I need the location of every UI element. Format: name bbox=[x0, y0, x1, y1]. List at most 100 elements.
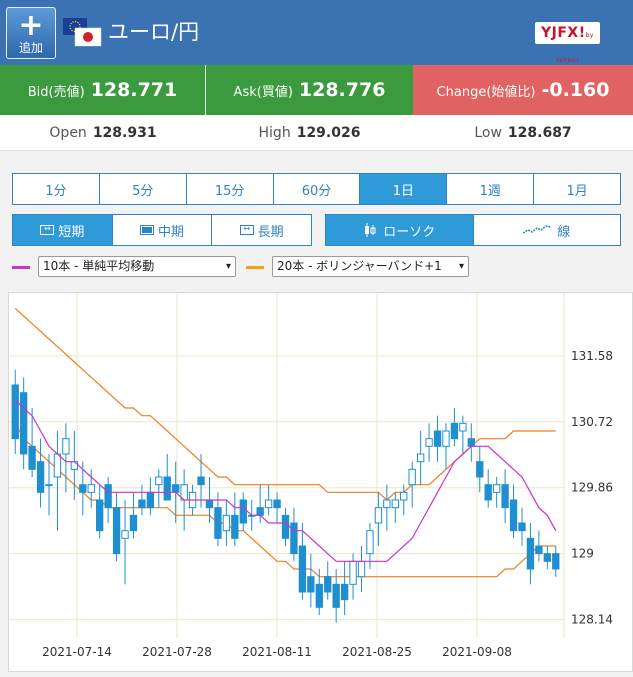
candle-body bbox=[552, 553, 560, 570]
open-stat: Open 128.931 bbox=[0, 115, 206, 151]
open-label: Open bbox=[49, 125, 87, 141]
ask-label: Ask(買値) bbox=[233, 84, 293, 100]
candle-body bbox=[416, 453, 425, 463]
candle-body bbox=[535, 545, 543, 555]
ohl-row: Open 128.931 High 129.026 Low 128.687 bbox=[0, 115, 633, 151]
plus-icon: + bbox=[18, 8, 44, 43]
tab-short-term-label: 短期 bbox=[58, 224, 85, 240]
candle-body bbox=[53, 453, 62, 478]
tab-1min[interactable]: 1分 bbox=[13, 174, 100, 204]
y-tick-label: 128.14 bbox=[571, 613, 613, 627]
x-tick-label: 2021-08-11 bbox=[242, 645, 312, 659]
ask-value: 128.776 bbox=[298, 79, 386, 101]
band-select[interactable]: 20本 - ボリンジャーバンド+1 ▾ bbox=[272, 256, 469, 277]
change-label: Change(始値比) bbox=[436, 84, 536, 100]
tab-long-term-label: 長期 bbox=[257, 224, 284, 240]
tab-1day[interactable]: 1日 bbox=[360, 174, 448, 204]
candle-body bbox=[518, 522, 526, 532]
add-button[interactable]: + 追加 bbox=[6, 7, 56, 59]
high-stat: High 129.026 bbox=[206, 115, 413, 151]
candle-body bbox=[459, 422, 467, 432]
high-label: High bbox=[258, 125, 291, 141]
tab-candlestick[interactable]: ローソク bbox=[326, 215, 474, 245]
candle-body bbox=[433, 430, 442, 447]
y-tick-label: 129 bbox=[571, 547, 594, 561]
tab-line-label: 線 bbox=[557, 224, 571, 240]
tab-short-term[interactable]: ↔ 短期 bbox=[13, 215, 113, 245]
candle-body bbox=[501, 484, 509, 509]
header-bar: + 追加 ユーロ/円 YJFX!by Yahoo! bbox=[0, 0, 633, 65]
x-tick-label: 2021-09-08 bbox=[442, 645, 512, 659]
y-tick-label: 129.86 bbox=[571, 481, 613, 495]
compress-icon: ↔ bbox=[239, 225, 254, 235]
band-select-value: 20本 - ボリンジャーバンド+1 bbox=[277, 259, 442, 273]
candle-body bbox=[408, 468, 416, 486]
candle-body bbox=[28, 445, 36, 470]
candle-body bbox=[543, 553, 551, 562]
candle-body bbox=[87, 484, 95, 493]
price-chart[interactable]: 131.58 130.72 129.86 129 128.14 2021-07-14 202… bbox=[8, 292, 633, 672]
band-legend-swatch bbox=[246, 266, 264, 269]
tab-15min[interactable]: 15分 bbox=[187, 174, 274, 204]
tab-candlestick-label: ローソク bbox=[383, 224, 436, 240]
candle-body bbox=[112, 507, 121, 555]
candle-body bbox=[315, 583, 323, 608]
add-button-label: 追加 bbox=[18, 41, 43, 55]
tab-5min[interactable]: 5分 bbox=[100, 174, 187, 204]
candle-body bbox=[476, 461, 484, 478]
candle-body bbox=[340, 583, 349, 601]
line-icon bbox=[523, 225, 552, 234]
candlestick-chart-svg: 131.58 130.72 129.86 129 128.14 2021-07-14 202… bbox=[9, 293, 613, 659]
candle-body bbox=[492, 484, 501, 493]
tab-1week[interactable]: 1週 bbox=[447, 174, 535, 204]
y-tick-label: 130.72 bbox=[571, 415, 613, 429]
candle-body bbox=[357, 560, 366, 578]
low-stat: Low 128.687 bbox=[413, 115, 633, 151]
logo-text: YJFX! bbox=[541, 25, 586, 41]
candle-body bbox=[290, 522, 298, 555]
tab-1month[interactable]: 1月 bbox=[534, 174, 620, 204]
ma-select[interactable]: 10本 - 単純平均移動 ▾ bbox=[38, 256, 236, 277]
tab-60min[interactable]: 60分 bbox=[274, 174, 361, 204]
open-value: 128.931 bbox=[92, 125, 157, 141]
x-tick-label: 2021-07-28 bbox=[142, 645, 212, 659]
candle-body bbox=[96, 499, 104, 532]
candle-body bbox=[197, 476, 205, 486]
candle-body bbox=[509, 499, 518, 532]
bid-value: 128.771 bbox=[90, 79, 178, 101]
candle-body bbox=[467, 438, 475, 447]
candle-body bbox=[214, 507, 222, 539]
low-value: 128.687 bbox=[507, 125, 572, 141]
candle-body bbox=[450, 422, 459, 440]
candle-body bbox=[400, 491, 408, 501]
candle-icon bbox=[365, 223, 376, 237]
currency-pair-title: ユーロ/円 bbox=[108, 20, 200, 44]
candle-body bbox=[36, 461, 45, 493]
candle-body bbox=[281, 514, 290, 539]
period-tabs: ↔ 短期 中期 ↔ 長期 bbox=[12, 214, 312, 246]
timeframe-tabs: 1分 5分 15分 60分 1日 1週 1月 bbox=[12, 173, 621, 205]
box-icon bbox=[140, 225, 154, 235]
high-value: 129.026 bbox=[296, 125, 361, 141]
expand-icon: ↔ bbox=[40, 225, 55, 235]
candle-body bbox=[138, 499, 146, 509]
candle-body bbox=[366, 530, 374, 555]
candle-body bbox=[256, 507, 264, 516]
candle-body bbox=[231, 514, 239, 539]
low-label: Low bbox=[474, 125, 502, 141]
candle-body bbox=[205, 499, 214, 509]
ma-select-value: 10本 - 単純平均移動 bbox=[43, 259, 155, 273]
chevron-down-icon: ▾ bbox=[225, 261, 231, 272]
candle-body bbox=[222, 514, 231, 532]
candle-body bbox=[324, 576, 332, 593]
eur-jpy-flag-icon bbox=[63, 18, 102, 47]
candle-body bbox=[45, 484, 53, 487]
candle-body bbox=[11, 384, 19, 440]
candle-body bbox=[172, 484, 180, 493]
candle-body bbox=[239, 499, 247, 524]
candle-body bbox=[155, 476, 163, 486]
y-tick-label: 131.58 bbox=[571, 349, 613, 363]
tab-line[interactable]: 線 bbox=[474, 215, 621, 245]
tab-long-term[interactable]: ↔ 長期 bbox=[212, 215, 311, 245]
tab-mid-term[interactable]: 中期 bbox=[113, 215, 213, 245]
